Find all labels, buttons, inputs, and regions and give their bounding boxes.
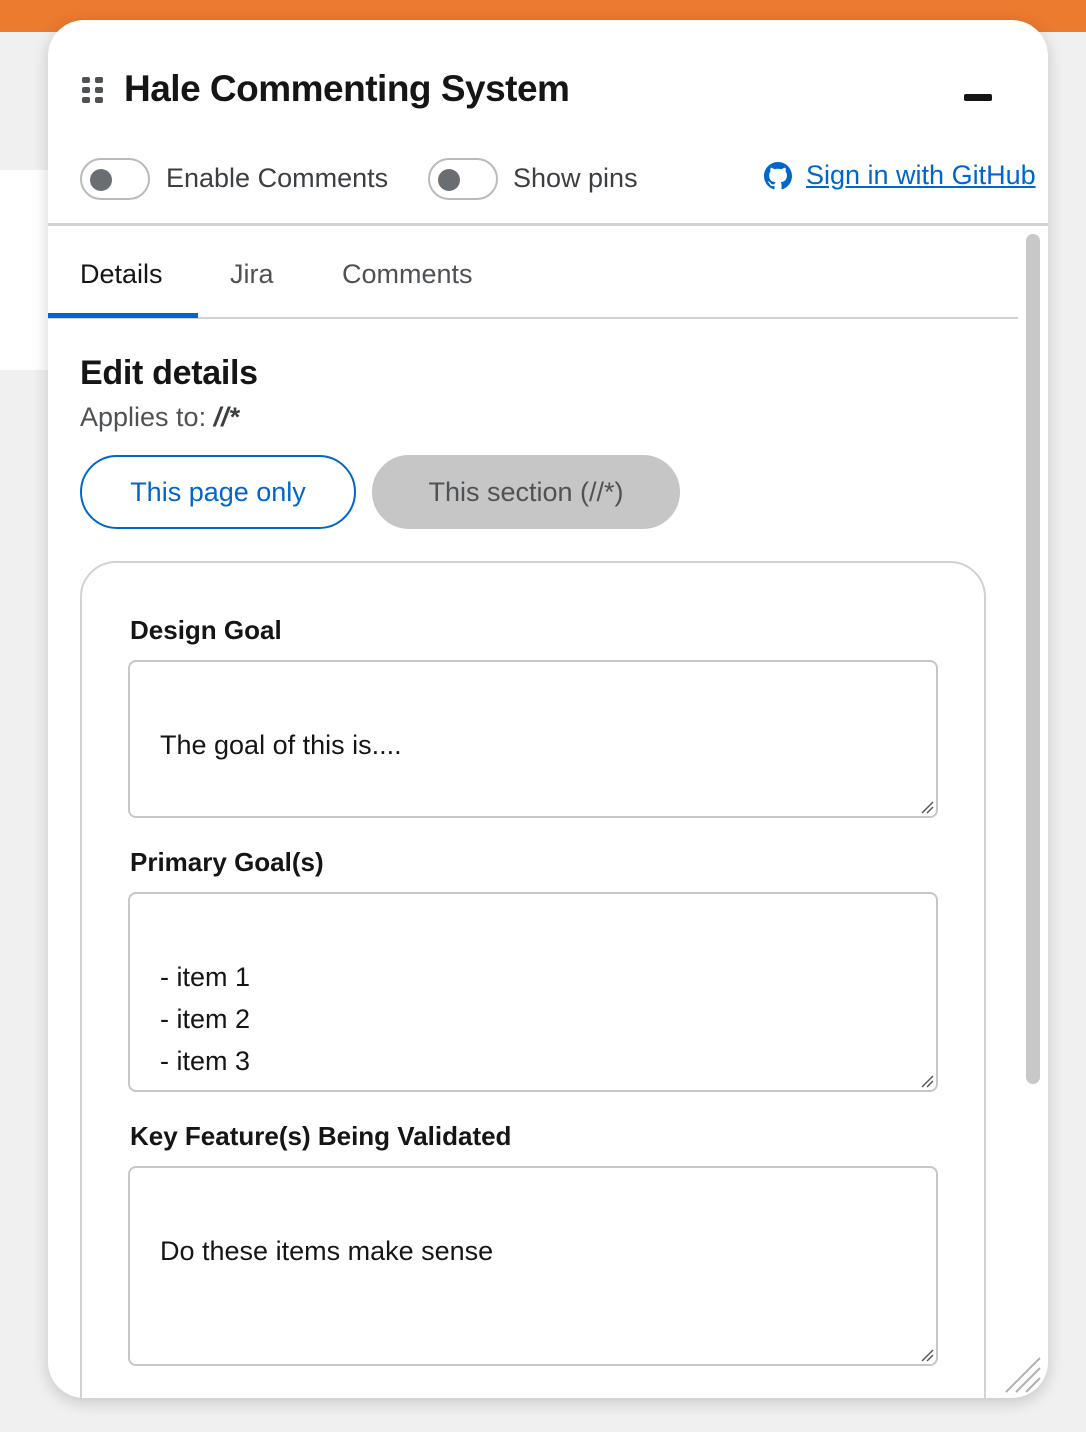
drag-handle-icon[interactable] — [82, 77, 104, 103]
key-features-label: Key Feature(s) Being Validated — [130, 1121, 512, 1151]
active-tab-indicator — [48, 313, 198, 318]
enable-comments-label: Enable Comments — [166, 163, 389, 193]
github-icon — [764, 161, 792, 189]
primary-goals-value: - item 1 - item 2 - item 3 — [160, 962, 251, 1076]
tab-jira[interactable]: Jira — [198, 229, 306, 319]
edit-details-heading: Edit details — [80, 354, 258, 392]
toggle-knob — [438, 169, 460, 191]
resize-grip-icon[interactable] — [920, 1074, 934, 1088]
vertical-scrollbar[interactable] — [1026, 234, 1040, 1084]
this-section-button[interactable]: This section (//*) — [372, 455, 680, 529]
resize-grip-icon[interactable] — [920, 800, 934, 814]
design-goal-textarea[interactable]: The goal of this is.... — [128, 660, 938, 818]
tab-comments[interactable]: Comments — [310, 229, 505, 319]
design-goal-value: The goal of this is.... — [160, 730, 402, 760]
primary-goals-label: Primary Goal(s) — [130, 847, 324, 877]
minimize-button[interactable] — [960, 86, 996, 110]
key-features-value: Do these items make sense — [160, 1236, 494, 1266]
enable-comments-toggle[interactable] — [80, 158, 150, 200]
panel-header: Hale Commenting System Enable Comments S… — [48, 20, 1048, 226]
minimize-icon — [964, 94, 992, 101]
toggle-knob — [90, 169, 112, 191]
sign-in-github-link[interactable]: Sign in with GitHub — [764, 160, 1036, 191]
details-form-card: Design Goal The goal of this is.... Prim… — [80, 561, 986, 1398]
panel-title: Hale Commenting System — [124, 68, 570, 109]
primary-goals-textarea[interactable]: - item 1 - item 2 - item 3 — [128, 892, 938, 1092]
tab-bar: Details Jira Comments — [48, 229, 1018, 319]
key-features-textarea[interactable]: Do these items make sense — [128, 1166, 938, 1366]
this-page-only-button[interactable]: This page only — [80, 455, 356, 529]
resize-grip-icon[interactable] — [920, 1348, 934, 1362]
applies-to-label: Applies to: — [80, 402, 207, 432]
applies-to-text: Applies to: //* — [80, 402, 239, 433]
panel-resize-icon[interactable] — [1002, 1354, 1042, 1394]
show-pins-label: Show pins — [513, 163, 638, 193]
applies-to-value: //* — [213, 402, 240, 432]
show-pins-toggle[interactable] — [428, 158, 498, 200]
toggle-row: Enable Comments Show pins Sign in with G… — [80, 158, 1036, 202]
tab-details[interactable]: Details — [48, 229, 195, 319]
commenting-panel: Hale Commenting System Enable Comments S… — [48, 20, 1048, 1398]
github-link-label: Sign in with GitHub — [806, 160, 1036, 190]
design-goal-label: Design Goal — [130, 615, 282, 645]
